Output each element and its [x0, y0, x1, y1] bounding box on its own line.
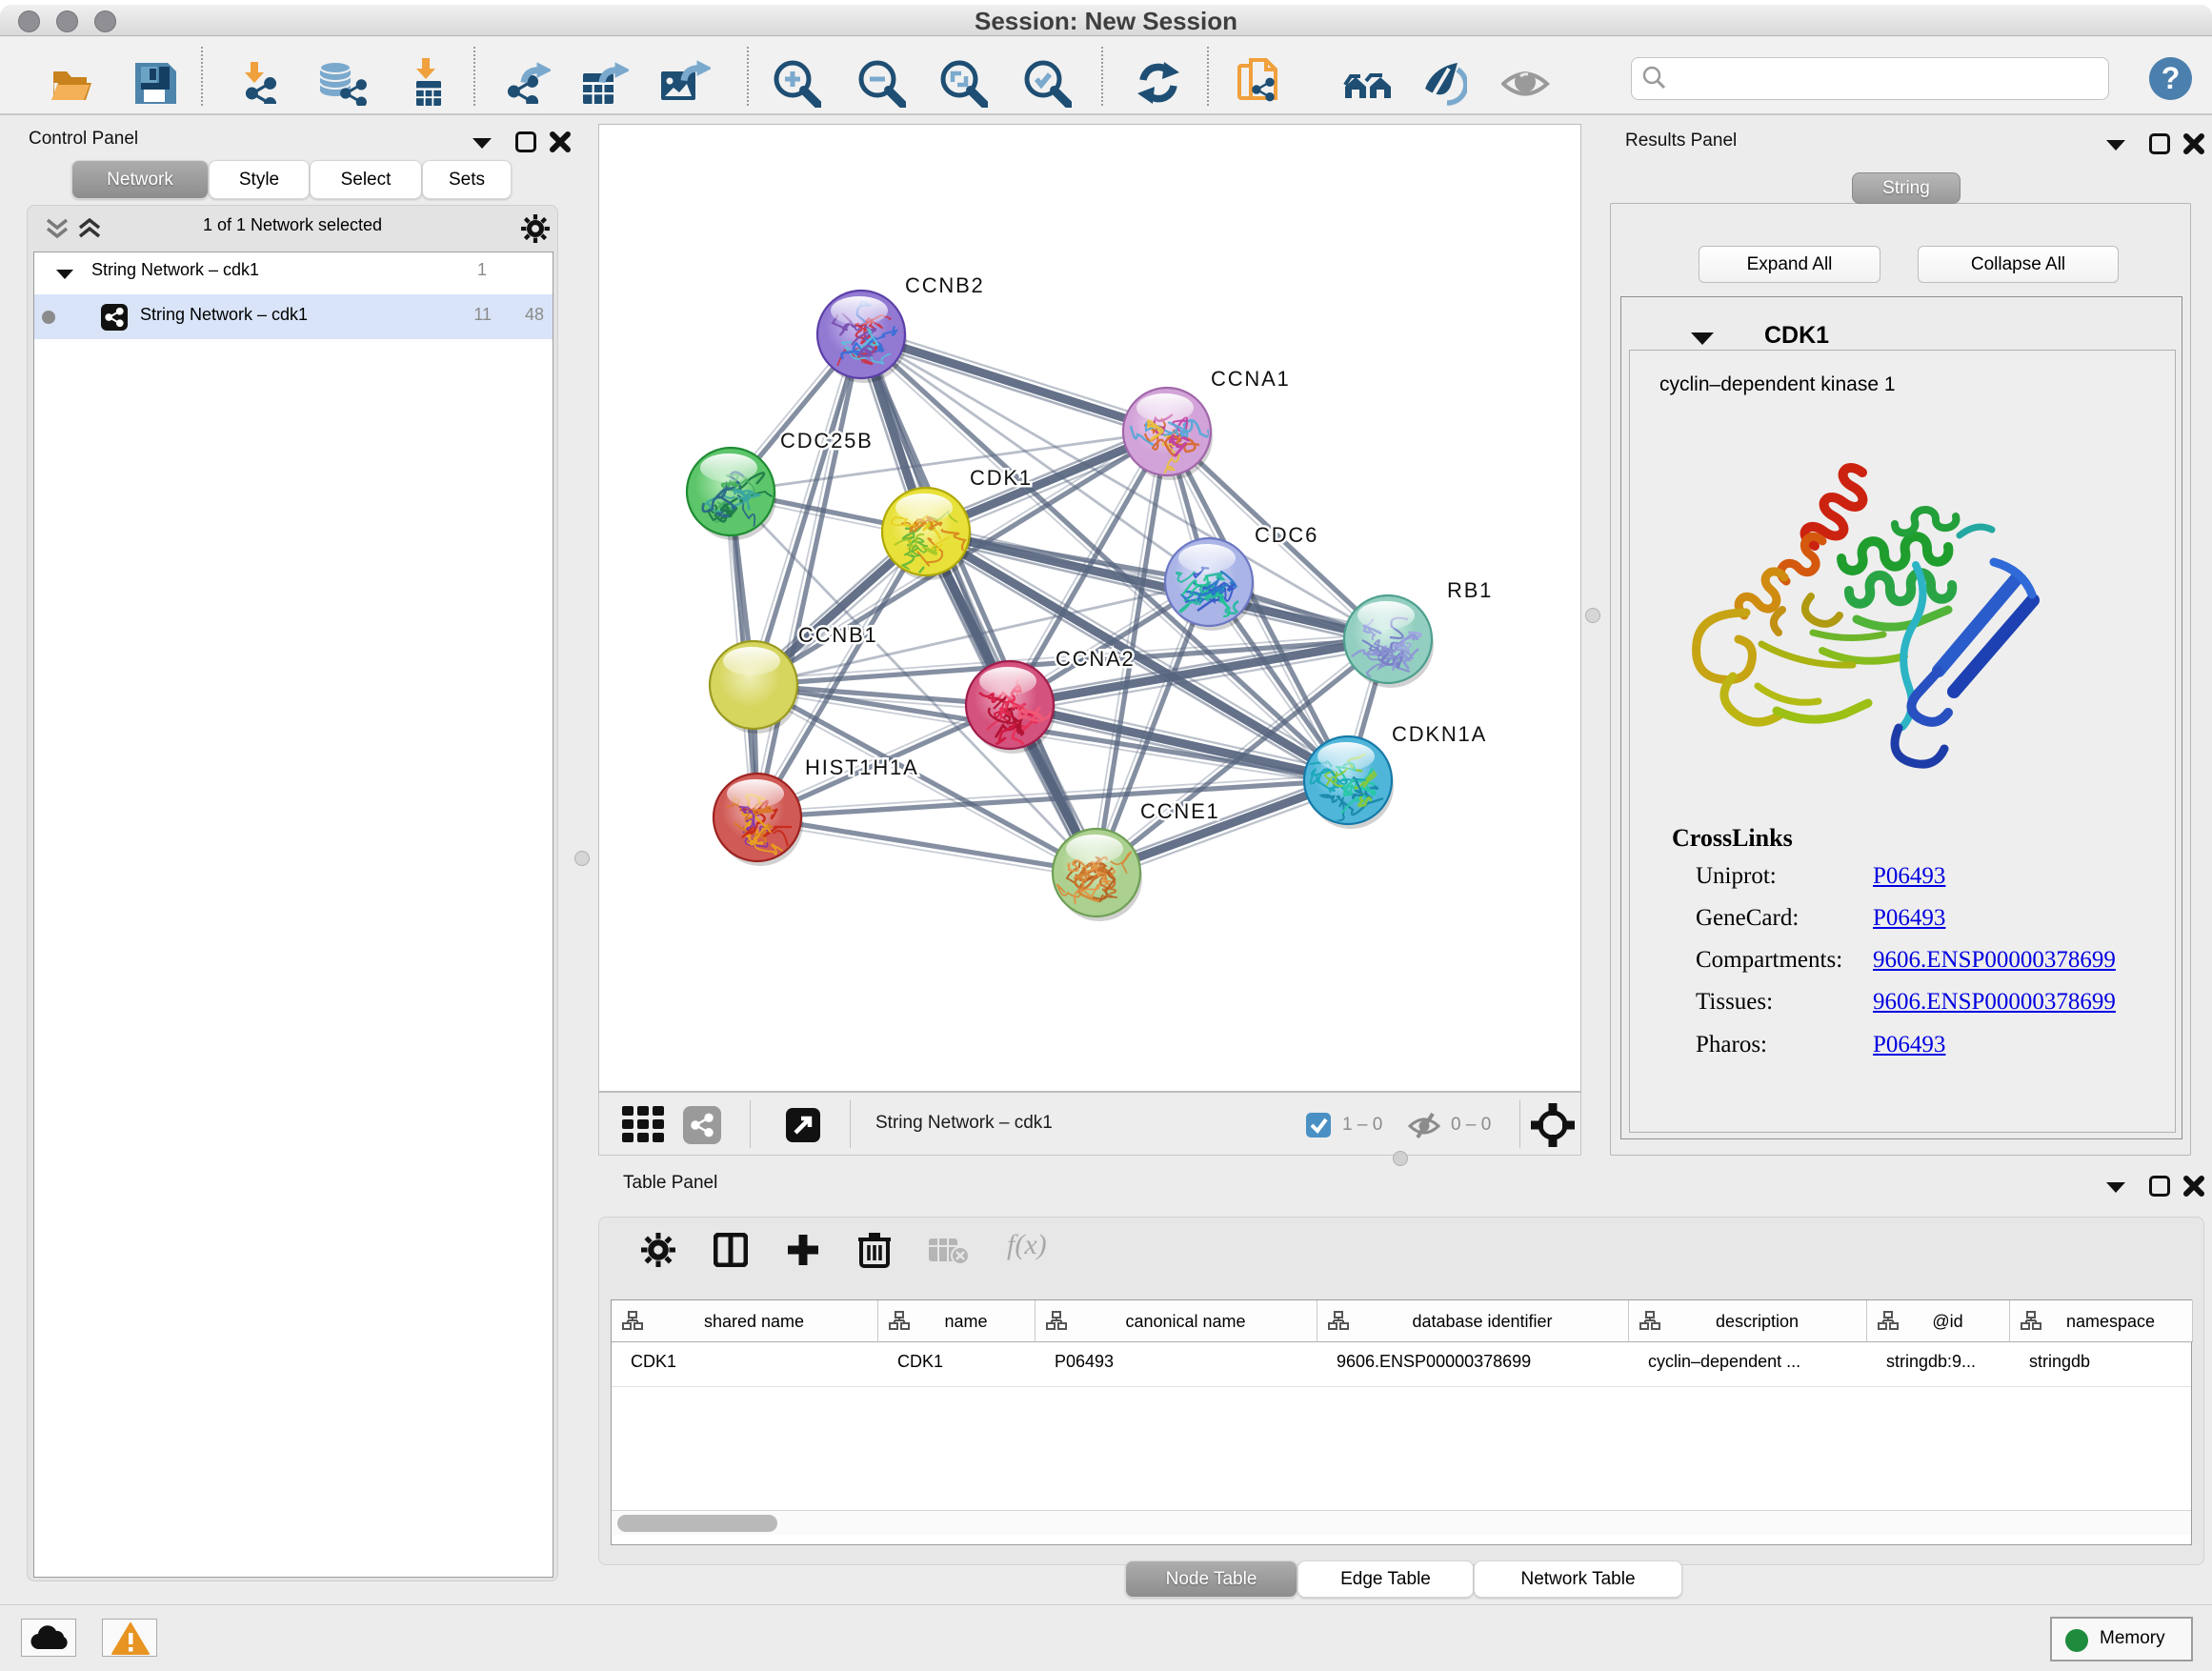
svg-text:CCNA2: CCNA2: [1056, 647, 1136, 671]
svg-text:CCNB2: CCNB2: [905, 273, 985, 297]
svg-text:CCNE1: CCNE1: [1140, 799, 1220, 823]
svg-text:CDC6: CDC6: [1255, 523, 1318, 547]
svg-text:CCNA1: CCNA1: [1211, 367, 1291, 391]
svg-text:CDK1: CDK1: [970, 466, 1033, 490]
svg-text:CDKN1A: CDKN1A: [1392, 722, 1487, 746]
svg-text:CCNB1: CCNB1: [798, 623, 878, 647]
svg-text:CDC25B: CDC25B: [780, 429, 874, 453]
svg-text:RB1: RB1: [1447, 578, 1493, 602]
svg-text:HIST1H1A: HIST1H1A: [805, 755, 919, 779]
